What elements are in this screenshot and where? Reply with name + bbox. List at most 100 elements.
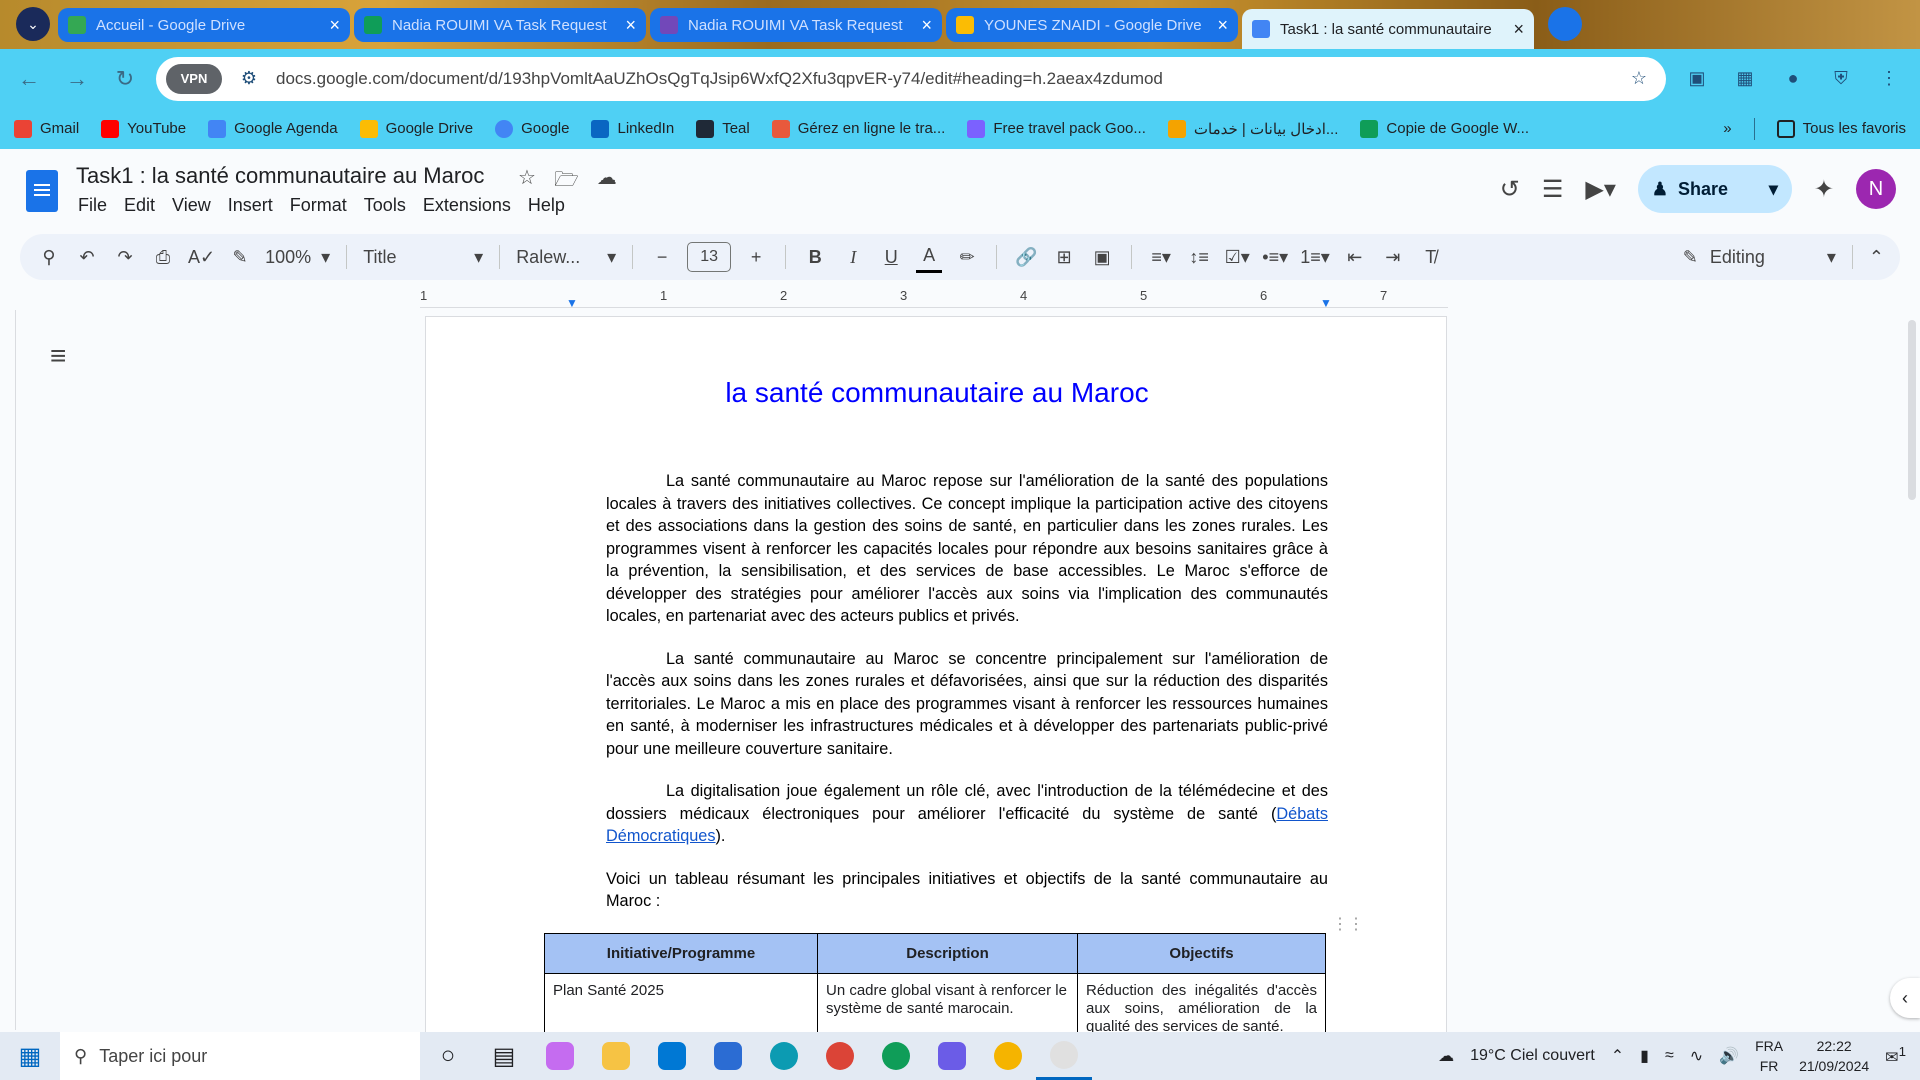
version-history-icon[interactable]: ↺ — [1500, 175, 1520, 204]
horizontal-ruler[interactable]: 1 1 2 3 4 5 6 7 ▼ ▼ — [420, 286, 1448, 310]
bookmark-star-icon[interactable]: ☆ — [1622, 62, 1656, 96]
underline-icon[interactable]: U — [878, 241, 904, 273]
menu-help[interactable]: Help — [528, 195, 565, 216]
network-icon[interactable]: ≈ — [1665, 1047, 1674, 1065]
menu-view[interactable]: View — [172, 195, 211, 216]
document-outline-icon[interactable]: ≡ — [50, 340, 66, 372]
profile-icon[interactable]: ● — [1776, 62, 1810, 96]
bold-icon[interactable]: B — [802, 241, 828, 273]
site-info-icon[interactable]: ⚙ — [232, 62, 266, 96]
line-spacing-icon[interactable]: ↕≡ — [1186, 241, 1212, 273]
undo-icon[interactable]: ↶ — [74, 241, 100, 273]
file-explorer-icon[interactable] — [588, 1032, 644, 1080]
decrease-font-size-icon[interactable]: − — [649, 241, 675, 273]
meet-icon[interactable]: ▶▾ — [1585, 175, 1616, 204]
app-icon[interactable] — [924, 1032, 980, 1080]
menu-extensions[interactable]: Extensions — [423, 195, 511, 216]
document-title[interactable]: Task1 : la santé communautaire au Maroc — [76, 163, 484, 189]
checklist-icon[interactable]: ☑▾ — [1224, 241, 1250, 273]
store-icon[interactable] — [700, 1032, 756, 1080]
table-drag-handle-icon[interactable]: ⋮⋮ — [1332, 914, 1364, 934]
puzzle-icon[interactable]: ▦ — [1728, 62, 1762, 96]
menu-tools[interactable]: Tools — [364, 195, 406, 216]
star-icon[interactable]: ☆ — [518, 165, 536, 199]
bulleted-list-icon[interactable]: •≡▾ — [1262, 241, 1288, 273]
bookmark-travel[interactable]: Free travel pack Goo... — [967, 119, 1146, 138]
increase-font-size-icon[interactable]: + — [743, 241, 769, 273]
comments-icon[interactable]: ☰ — [1542, 175, 1564, 204]
table-cell[interactable]: Réduction des inégalités d'accès aux soi… — [1077, 973, 1326, 1035]
battery-icon[interactable]: ▮ — [1640, 1046, 1649, 1066]
table-header[interactable]: Initiative/Programme — [544, 933, 818, 974]
paint-format-icon[interactable]: ✎ — [227, 241, 253, 273]
search-menus-icon[interactable]: ⚲ — [36, 241, 62, 273]
tab-search-dropdown-icon[interactable]: ⌄ — [16, 7, 50, 41]
side-panel-toggle-icon[interactable]: ‹ — [1890, 978, 1920, 1018]
menu-format[interactable]: Format — [290, 195, 347, 216]
paragraph[interactable]: La digitalisation joue également un rôle… — [606, 780, 1328, 848]
task-view-icon[interactable]: ▤ — [476, 1032, 532, 1080]
new-tab-button[interactable] — [1548, 7, 1582, 41]
weather-icon[interactable]: ☁ — [1438, 1046, 1454, 1066]
document-heading[interactable]: la santé communautaire au Maroc — [426, 377, 1446, 409]
weather-text[interactable]: 19°C Ciel couvert — [1470, 1047, 1595, 1065]
document-page[interactable]: la santé communautaire au Maroc La santé… — [425, 316, 1447, 1036]
close-tab-icon[interactable]: × — [329, 15, 340, 36]
increase-indent-icon[interactable]: ⇥ — [1380, 241, 1406, 273]
chrome-canary-icon[interactable] — [980, 1032, 1036, 1080]
italic-icon[interactable]: I — [840, 241, 866, 273]
cortana-icon[interactable]: ○ — [420, 1032, 476, 1080]
font-select[interactable]: Ralew... ▾ — [516, 247, 616, 268]
vpn-badge[interactable]: VPN — [166, 63, 222, 94]
move-folder-icon[interactable]: 🗁 — [554, 165, 579, 199]
edge-icon[interactable] — [756, 1032, 812, 1080]
volume-icon[interactable]: 🔊 — [1719, 1046, 1739, 1066]
paragraph[interactable]: Voici un tableau résumant les principale… — [606, 868, 1328, 913]
cloud-saved-icon[interactable]: ☁ — [597, 165, 617, 199]
redo-icon[interactable]: ↷ — [112, 241, 138, 273]
extension-icon[interactable]: ▣ — [1680, 62, 1714, 96]
decrease-indent-icon[interactable]: ⇤ — [1342, 241, 1368, 273]
wifi-icon[interactable]: ∿ — [1690, 1046, 1703, 1066]
docs-logo-icon[interactable] — [26, 170, 58, 212]
table-header[interactable]: Description — [817, 933, 1078, 974]
avatar[interactable]: N — [1856, 169, 1896, 209]
bookmark-teal[interactable]: Teal — [696, 119, 750, 138]
clock[interactable]: 22:22 21/09/2024 — [1799, 1036, 1869, 1076]
paragraph[interactable]: La santé communautaire au Maroc se conce… — [606, 648, 1328, 761]
browser-tab-active[interactable]: Task1 : la santé communautaire × — [1242, 9, 1534, 49]
table-cell[interactable]: Un cadre global visant à renforcer le sy… — [817, 973, 1078, 1035]
share-button[interactable]: ♟ Share ▾ — [1637, 165, 1792, 213]
font-size-input[interactable]: 13 — [687, 242, 732, 272]
chevron-up-icon[interactable]: ⌃ — [1611, 1046, 1624, 1066]
numbered-list-icon[interactable]: 1≡▾ — [1300, 241, 1330, 273]
zoom-select[interactable]: 100% ▾ — [265, 247, 330, 268]
highlight-icon[interactable]: ✏ — [954, 241, 980, 273]
clear-formatting-icon[interactable]: T̸ — [1418, 241, 1444, 273]
collapse-menus-icon[interactable]: ⌃ — [1869, 247, 1884, 268]
menu-insert[interactable]: Insert — [228, 195, 273, 216]
table-cell[interactable]: Plan Santé 2025 — [544, 973, 818, 1035]
add-comment-icon[interactable]: ⊞ — [1051, 241, 1077, 273]
editing-mode-select[interactable]: ✎ Editing ▾ ⌃ — [1683, 245, 1884, 269]
browser-tab[interactable]: Accueil - Google Drive × — [58, 8, 350, 42]
notifications-icon[interactable]: ✉1 — [1885, 1044, 1906, 1067]
close-tab-icon[interactable]: × — [625, 15, 636, 36]
shield-icon[interactable]: ⛨ — [1824, 62, 1858, 96]
print-icon[interactable]: ⎙ — [150, 241, 176, 273]
table-header[interactable]: Objectifs — [1077, 933, 1326, 974]
bookmark-google-drive[interactable]: Google Drive — [359, 119, 473, 138]
browser-tab[interactable]: YOUNES ZNAIDI - Google Drive × — [946, 8, 1238, 42]
bookmark-google[interactable]: Google — [495, 119, 569, 138]
menu-file[interactable]: File — [78, 195, 107, 216]
address-bar[interactable]: VPN ⚙ docs.google.com/document/d/193hpVo… — [156, 56, 1666, 101]
bookmark-khamsat[interactable]: ادخال بيانات | خدمات... — [1167, 119, 1338, 138]
all-bookmarks[interactable]: Tous les favoris — [1776, 119, 1906, 138]
document-body[interactable]: La santé communautaire au Maroc repose s… — [606, 470, 1328, 933]
align-icon[interactable]: ≡▾ — [1148, 241, 1174, 273]
insert-image-icon[interactable]: ▣ — [1089, 241, 1115, 273]
chrome-profile-icon[interactable] — [868, 1032, 924, 1080]
style-select[interactable]: Title ▾ — [363, 247, 483, 268]
text-color-icon[interactable]: A — [916, 241, 943, 273]
forward-icon[interactable]: → — [60, 62, 94, 96]
